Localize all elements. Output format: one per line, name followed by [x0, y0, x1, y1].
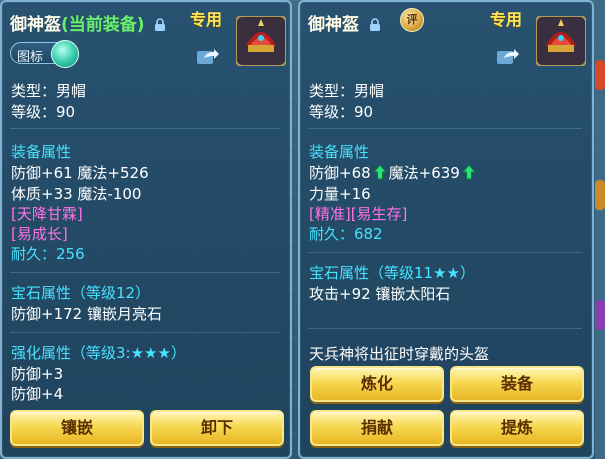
compare-equipment-panel: 御神盔 专用 类型：男帽 等级：90 装备属性 防御+68 魔法+639 力量+1…: [298, 0, 594, 459]
item-description: 天兵神将出征时穿戴的头盔: [309, 345, 490, 363]
exclusive-label: 专用: [490, 10, 523, 29]
gem-attr-header: 宝石属性（等级12）: [11, 284, 151, 302]
gem-attr-line: 攻击+92 镶嵌太阳石: [309, 285, 451, 303]
donate-button[interactable]: 捐献: [310, 410, 444, 446]
divider: [308, 128, 582, 129]
item-name: 御神盔: [10, 15, 61, 35]
unequip-button[interactable]: 卸下: [150, 410, 284, 446]
item-title: 御神盔: [308, 10, 381, 35]
side-item: [595, 180, 605, 210]
durability: 耐久：682: [309, 225, 383, 243]
equip-attr-header: 装备属性: [309, 143, 370, 161]
divider: [308, 252, 582, 253]
current-equipped-note: (当前装备): [61, 15, 145, 35]
current-equipment-panel: 御神盔(当前装备) 专用 图标 类型：男帽 等级：90 装备属性 防御+61 魔…: [0, 0, 292, 459]
share-icon[interactable]: [196, 46, 220, 66]
rating-badge-icon[interactable]: 评: [400, 8, 424, 32]
lock-icon: [369, 18, 380, 31]
item-type: 类型：男帽: [11, 82, 87, 100]
toggle-knob: [51, 40, 79, 68]
divider: [10, 128, 280, 129]
divider: [10, 272, 280, 273]
icon-toggle[interactable]: 图标: [10, 40, 79, 68]
enhance-attr-line: 防御+3: [11, 365, 64, 383]
equip-attr-line: 体质+33 魔法-100: [11, 185, 142, 203]
enhance-attr-line: 防御+4: [11, 385, 64, 403]
extract-button[interactable]: 提炼: [450, 410, 584, 446]
share-icon[interactable]: [496, 46, 520, 66]
divider: [10, 332, 280, 333]
equip-attr-line: 防御+68 魔法+639: [309, 162, 478, 183]
magic-stat: 魔法+639: [388, 164, 460, 182]
item-level: 等级：90: [309, 103, 374, 121]
gem-attr-line: 防御+172 镶嵌月亮石: [11, 305, 162, 323]
helmet-icon: [536, 16, 586, 66]
inlay-button[interactable]: 镶嵌: [10, 410, 144, 446]
durability: 耐久：256: [11, 245, 85, 263]
equip-button[interactable]: 装备: [450, 366, 584, 402]
lock-icon: [155, 18, 166, 31]
helmet-icon: [236, 16, 286, 66]
side-item: [595, 300, 605, 330]
refine-button[interactable]: 炼化: [310, 366, 444, 402]
equip-attr-line: 力量+16: [309, 185, 371, 203]
gem-attr-header: 宝石属性（等级11★★）: [309, 264, 475, 282]
item-type: 类型：男帽: [309, 82, 385, 100]
special-effect: [精准][易生存]: [309, 205, 408, 223]
equip-attr-line: 防御+61 魔法+526: [11, 164, 149, 182]
toggle-label: 图标: [17, 50, 44, 65]
divider: [308, 328, 582, 329]
special-skill: [易成长]: [11, 225, 68, 243]
item-level: 等级：90: [11, 103, 76, 121]
item-name: 御神盔: [308, 15, 359, 35]
enhance-attr-header: 强化属性（等级3:★★★）: [11, 344, 186, 362]
side-strip: [595, 0, 605, 459]
special-effect: [天降甘霖]: [11, 205, 83, 223]
item-title: 御神盔(当前装备): [10, 10, 166, 35]
arrow-up-icon: [461, 164, 476, 180]
exclusive-label: 专用: [190, 10, 223, 29]
defense-stat: 防御+68: [309, 164, 371, 182]
equip-attr-header: 装备属性: [11, 143, 72, 161]
side-item: [595, 60, 605, 90]
arrow-up-icon: [372, 164, 387, 180]
